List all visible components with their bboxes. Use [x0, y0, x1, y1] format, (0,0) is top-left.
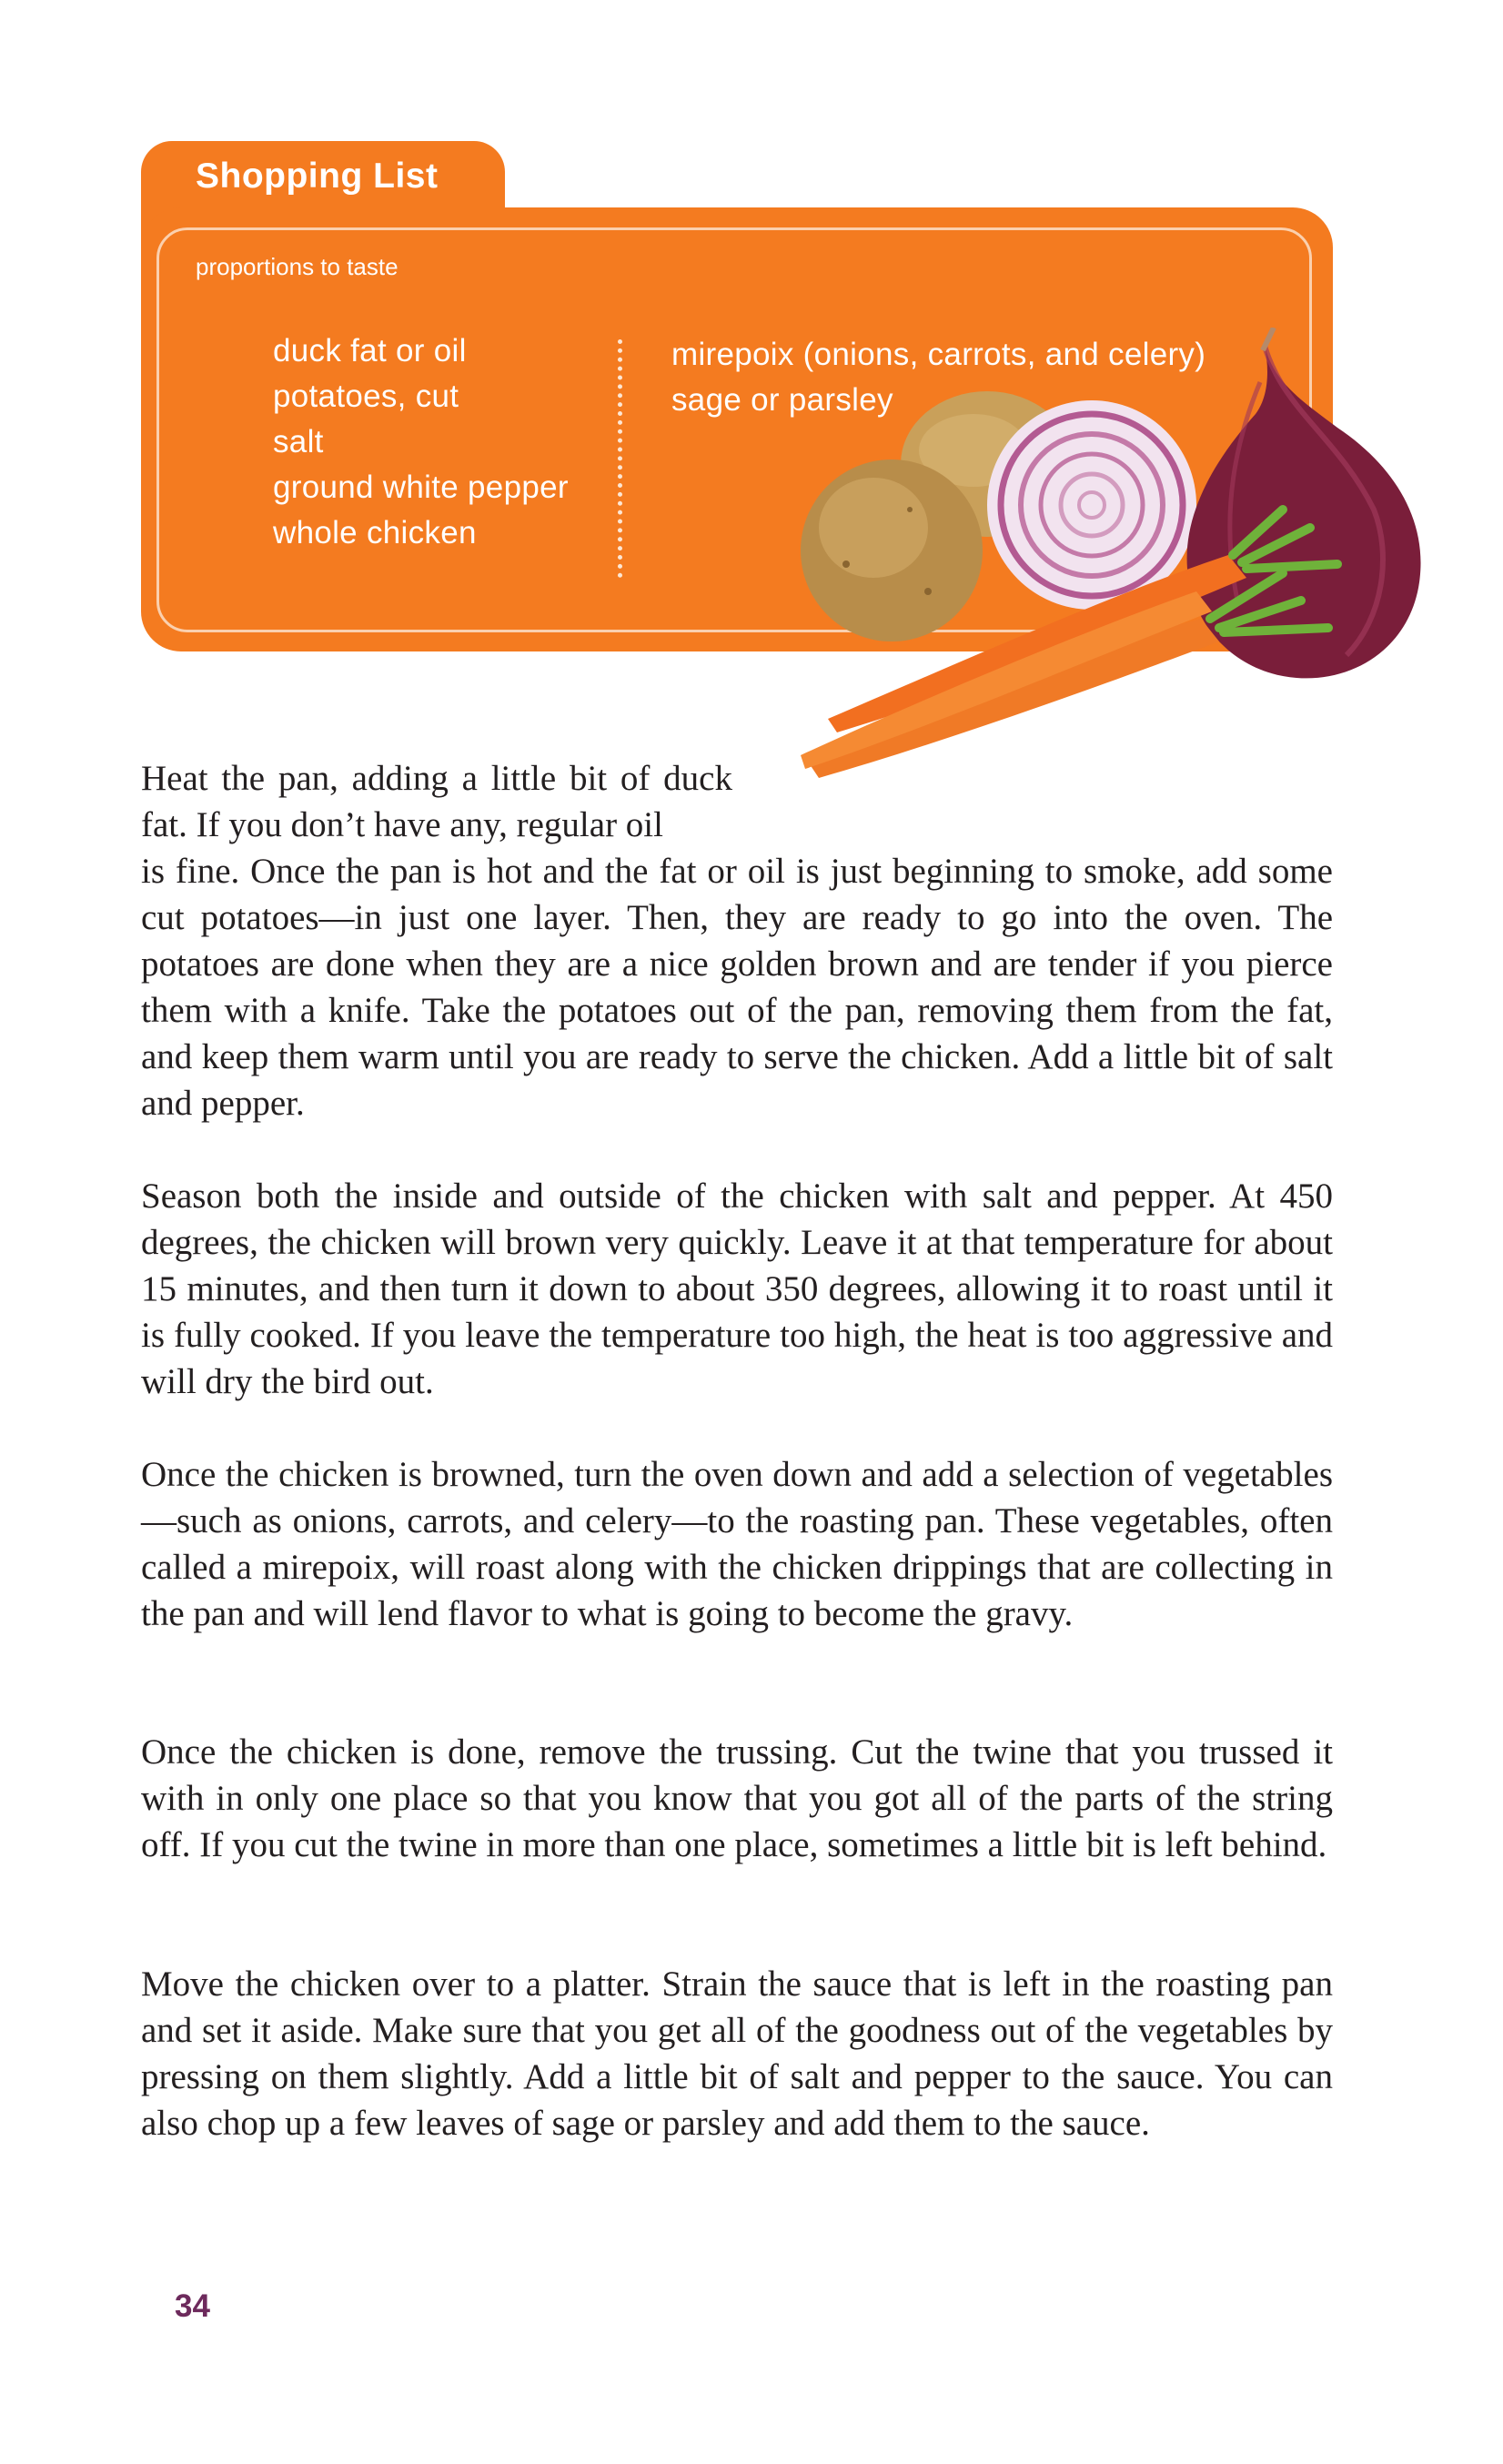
list-item: salt: [273, 424, 324, 459]
paragraph-4: Once the chicken is done, remove the tru…: [141, 1732, 1333, 1864]
paragraph-1-start: Heat the pan, adding a little bit of duc…: [141, 759, 732, 844]
shopping-list-title: Shopping List: [196, 157, 439, 196]
paragraph-1-rest: is fine. Once the pan is hot and the fat…: [141, 852, 1333, 1123]
paragraph-5: Move the chicken over to a platter. Stra…: [141, 1964, 1333, 2143]
list-item: whole chicken: [273, 515, 477, 550]
page-number: 34: [175, 2288, 210, 2324]
list-item: duck fat or oil: [273, 333, 467, 369]
paragraph-2: Season both the inside and outside of th…: [141, 1176, 1333, 1401]
vegetables-illustration: [801, 328, 1421, 778]
list-item: potatoes, cut: [273, 379, 459, 414]
list-divider: [618, 339, 622, 578]
shopping-list-subtitle: proportions to taste: [196, 253, 398, 280]
ingredient-list-left: duck fat or oil potatoes, cut salt groun…: [273, 328, 569, 556]
paragraph-3: Once the chicken is browned, turn the ov…: [141, 1455, 1333, 1633]
list-item: ground white pepper: [273, 470, 569, 505]
